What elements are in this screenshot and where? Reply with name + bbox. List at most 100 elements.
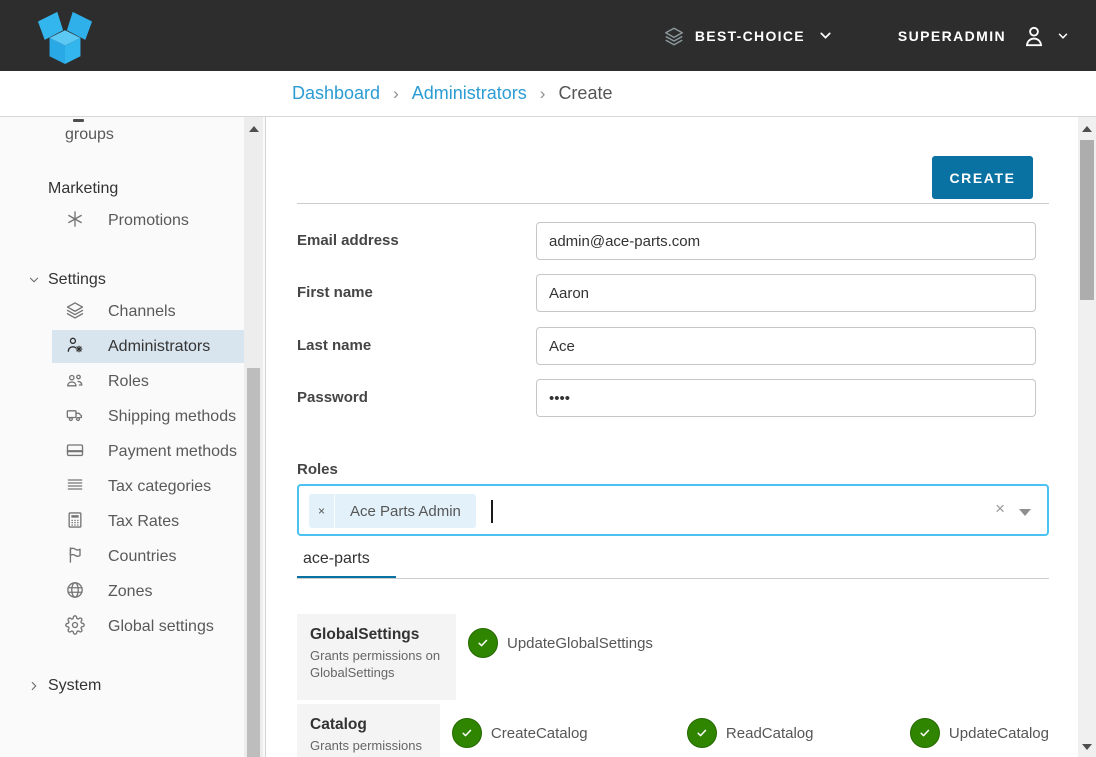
check-icon	[918, 726, 932, 740]
form-row-email-address: Email address	[297, 222, 1049, 260]
first-name-label: First name	[297, 284, 373, 301]
app-logo-icon[interactable]	[28, 7, 102, 65]
permission-group-description: Grants permissions on Products, Facets	[310, 737, 432, 757]
sidebar-item-administrators[interactable]: Administrators	[52, 330, 246, 363]
password-field[interactable]	[536, 379, 1036, 417]
channels-icon	[65, 300, 85, 320]
sidebar-item-shipping-methods[interactable]: Shipping methods	[52, 400, 246, 433]
sidebar-scrollbar-thumb[interactable]	[247, 368, 260, 757]
scroll-down-arrow-icon[interactable]	[1082, 744, 1092, 750]
tax-categories-icon	[65, 475, 85, 495]
permission-row-catalog: Catalog Grants permissions on Products, F…	[297, 704, 1049, 757]
permission-group-description: Grants permissions on GlobalSettings	[310, 647, 448, 681]
breadcrumb: Dashboard › Administrators › Create	[0, 71, 1096, 117]
form-row-last-name: Last name	[297, 327, 1049, 365]
breadcrumb-link-administrators[interactable]: Administrators	[412, 83, 527, 104]
permission-toggle-updatecatalog[interactable]	[910, 718, 940, 748]
sidebar-item-payment-methods[interactable]: Payment methods	[52, 435, 246, 468]
role-chip-label: Ace Parts Admin	[335, 494, 476, 528]
permission-toggles-cell: CreateCatalog ReadCatalog UpdateCatalog	[440, 704, 1049, 757]
permission-toggle-updateglobalsettings[interactable]	[468, 628, 498, 658]
last-name-field[interactable]	[536, 327, 1036, 365]
permission-item-readcatalog: ReadCatalog	[687, 718, 910, 748]
sidebar-section-settings[interactable]: Settings	[28, 271, 265, 289]
sidebar-section-marketing: Marketing	[48, 180, 265, 198]
check-icon	[460, 726, 474, 740]
permission-toggles-cell: UpdateGlobalSettings	[456, 614, 1049, 700]
permission-toggle-readcatalog[interactable]	[687, 718, 717, 748]
divider	[297, 203, 1049, 204]
password-label: Password	[297, 389, 368, 406]
sidebar-scrollbar[interactable]	[244, 117, 263, 757]
sidebar-section-system[interactable]: System	[28, 677, 265, 695]
sidebar-section-label: Settings	[48, 271, 106, 289]
user-menu[interactable]: SUPERADMIN	[898, 23, 1070, 49]
permission-name: UpdateGlobalSettings	[507, 635, 653, 652]
first-name-field[interactable]	[536, 274, 1036, 312]
user-label: SUPERADMIN	[898, 28, 1006, 44]
payment-icon	[65, 440, 85, 460]
channel-label: BEST-CHOICE	[695, 28, 805, 44]
sidebar-item-global-settings[interactable]: Global settings	[52, 610, 246, 643]
breadcrumb-separator: ›	[393, 84, 399, 104]
breadcrumb-current: Create	[558, 83, 612, 104]
permissions-table: GlobalSettings Grants permissions on Glob…	[297, 614, 1049, 757]
permission-group-cell: Catalog Grants permissions on Products, F…	[297, 704, 440, 757]
roles-icon	[65, 370, 85, 390]
email-address-field[interactable]	[536, 222, 1036, 260]
roles-select[interactable]: ×Ace Parts Admin ×	[297, 484, 1049, 536]
roles-label: Roles	[297, 461, 338, 478]
chevron-down-icon[interactable]	[1019, 509, 1031, 516]
tab-ace-parts[interactable]: ace-parts	[303, 550, 370, 568]
chevron-down-icon	[1056, 29, 1070, 43]
sidebar-item-roles[interactable]: Roles	[52, 365, 246, 398]
email-address-label: Email address	[297, 232, 399, 249]
permission-toggle-createcatalog[interactable]	[452, 718, 482, 748]
permission-item-updateglobalsettings: UpdateGlobalSettings	[468, 628, 703, 658]
check-icon	[476, 636, 490, 650]
topbar-right: BEST-CHOICE SUPERADMIN	[663, 23, 1070, 49]
sidebar-item-countries[interactable]: Countries	[52, 540, 246, 573]
scroll-up-arrow-icon[interactable]	[249, 126, 259, 132]
channel-switcher[interactable]: BEST-CHOICE	[663, 25, 834, 47]
permission-name: CreateCatalog	[491, 725, 588, 742]
breadcrumb-separator: ›	[540, 84, 546, 104]
shipping-icon	[65, 405, 85, 425]
tab-bottom-border	[297, 578, 1049, 579]
chevron-right-icon	[28, 680, 40, 692]
clear-selection-icon[interactable]: ×	[995, 499, 1005, 519]
sidebar-item-customer-groups-clipped[interactable]: groups	[65, 124, 265, 146]
text-cursor	[491, 500, 493, 523]
form-row-password: Password	[297, 379, 1049, 417]
scroll-up-arrow-icon[interactable]	[1082, 126, 1092, 132]
permission-group-title: GlobalSettings	[310, 626, 448, 644]
chevron-down-icon	[817, 27, 834, 44]
sidebar-item-zones[interactable]: Zones	[52, 575, 246, 608]
main-scrollbar-thumb[interactable]	[1080, 140, 1094, 300]
promotions-icon	[65, 209, 85, 229]
chip-remove-icon[interactable]: ×	[309, 494, 335, 528]
sidebar-item-promotions[interactable]: Promotions	[52, 204, 246, 237]
zones-icon	[65, 580, 85, 600]
breadcrumb-link-dashboard[interactable]: Dashboard	[292, 83, 380, 104]
layers-icon	[663, 25, 685, 47]
permission-group-cell: GlobalSettings Grants permissions on Glob…	[297, 614, 456, 700]
sidebar-section-label: Marketing	[48, 180, 118, 198]
permission-item-updatecatalog: UpdateCatalog	[910, 718, 1049, 748]
main-scrollbar[interactable]	[1078, 117, 1096, 757]
create-button[interactable]: CREATE	[932, 156, 1033, 199]
sidebar-section-label: System	[48, 677, 101, 695]
sidebar-item-channels[interactable]: Channels	[52, 295, 246, 328]
content-area: groups Marketing Promotions Settings Channe…	[0, 117, 1096, 757]
permission-item-createcatalog: CreateCatalog	[452, 718, 687, 748]
administrators-icon	[65, 335, 85, 355]
main-panel: CREATE Email address First name Last name P…	[267, 117, 1078, 757]
chevron-down-icon	[28, 274, 40, 286]
permission-group-title: Catalog	[310, 716, 432, 734]
user-icon	[1021, 23, 1047, 49]
permission-name: ReadCatalog	[726, 725, 814, 742]
tax-rates-icon	[65, 510, 85, 530]
sidebar-item-tax-categories[interactable]: Tax categories	[52, 470, 246, 503]
countries-icon	[65, 545, 85, 565]
sidebar-item-tax-rates[interactable]: Tax Rates	[52, 505, 246, 538]
